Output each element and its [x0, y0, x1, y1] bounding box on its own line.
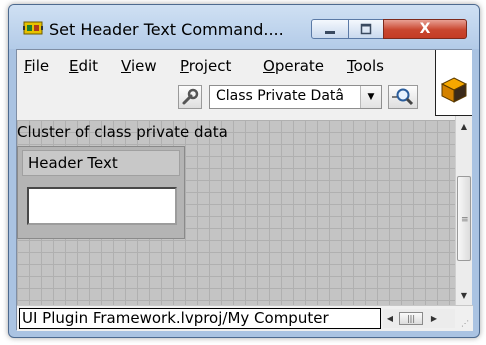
- scroll-left-icon[interactable]: ◀: [383, 309, 397, 328]
- application-instance-select[interactable]: Class Private Datâ ▼: [209, 85, 382, 109]
- maximize-button[interactable]: [348, 19, 384, 39]
- menu-edit[interactable]: Edit: [69, 57, 98, 75]
- vertical-scrollbar[interactable]: ▲ ≡ ▼: [455, 116, 472, 305]
- magnifier-icon: [389, 88, 417, 112]
- horizontal-scrollbar[interactable]: ◀ ||| ▶: [383, 309, 455, 328]
- vi-connector-icon[interactable]: [435, 50, 472, 116]
- header-text-label: Header Text: [22, 150, 180, 176]
- scroll-right-icon[interactable]: ▶: [427, 309, 441, 328]
- header-text-field[interactable]: [27, 187, 177, 225]
- window-title: Set Header Text Command....: [49, 20, 284, 39]
- cube-icon: [440, 77, 468, 103]
- properties-button[interactable]: [178, 85, 202, 109]
- close-button[interactable]: X: [383, 19, 467, 39]
- vertical-scroll-thumb[interactable]: ≡: [457, 176, 471, 261]
- cluster-control[interactable]: Header Text: [17, 146, 185, 239]
- cluster-label: Cluster of class private data: [17, 123, 228, 141]
- menu-file[interactable]: File: [24, 57, 49, 75]
- labview-vi-icon: [23, 19, 43, 37]
- close-icon: X: [419, 21, 431, 37]
- grip-icon: |||: [406, 314, 416, 323]
- scroll-down-icon[interactable]: ▼: [456, 287, 472, 303]
- menu-bar: File Edit View Project Operate Tools: [17, 50, 435, 80]
- chevron-down-icon[interactable]: ▼: [360, 86, 381, 108]
- app-window: Set Header Text Command.... X File Edit …: [8, 4, 480, 338]
- project-path[interactable]: UI Plugin Framework.lvproj/My Computer: [19, 308, 381, 329]
- menu-operate[interactable]: Operate: [263, 57, 324, 75]
- search-button[interactable]: [388, 85, 418, 109]
- menu-view[interactable]: View: [121, 57, 157, 75]
- title-bar[interactable]: Set Header Text Command.... X: [9, 5, 479, 49]
- grip-icon: ≡: [461, 215, 469, 225]
- maximize-icon: [349, 20, 383, 38]
- application-instance-value: Class Private Datâ: [216, 88, 344, 104]
- status-bar: UI Plugin Framework.lvproj/My Computer ◀…: [17, 305, 473, 331]
- resize-grip-icon[interactable]: ⋰: [461, 319, 471, 329]
- wrench-icon: [179, 88, 201, 112]
- front-panel-client: File Edit View Project Operate Tools Cla…: [16, 49, 473, 331]
- menu-project[interactable]: Project: [180, 57, 231, 75]
- front-panel[interactable]: Cluster of class private data Header Tex…: [17, 120, 455, 305]
- scroll-up-icon[interactable]: ▲: [456, 118, 472, 134]
- horizontal-scroll-thumb[interactable]: |||: [399, 312, 423, 325]
- minimize-button[interactable]: [311, 19, 349, 39]
- menu-tools[interactable]: Tools: [347, 57, 384, 75]
- minimize-icon: [312, 20, 348, 38]
- toolbar: Class Private Datâ ▼: [17, 80, 435, 116]
